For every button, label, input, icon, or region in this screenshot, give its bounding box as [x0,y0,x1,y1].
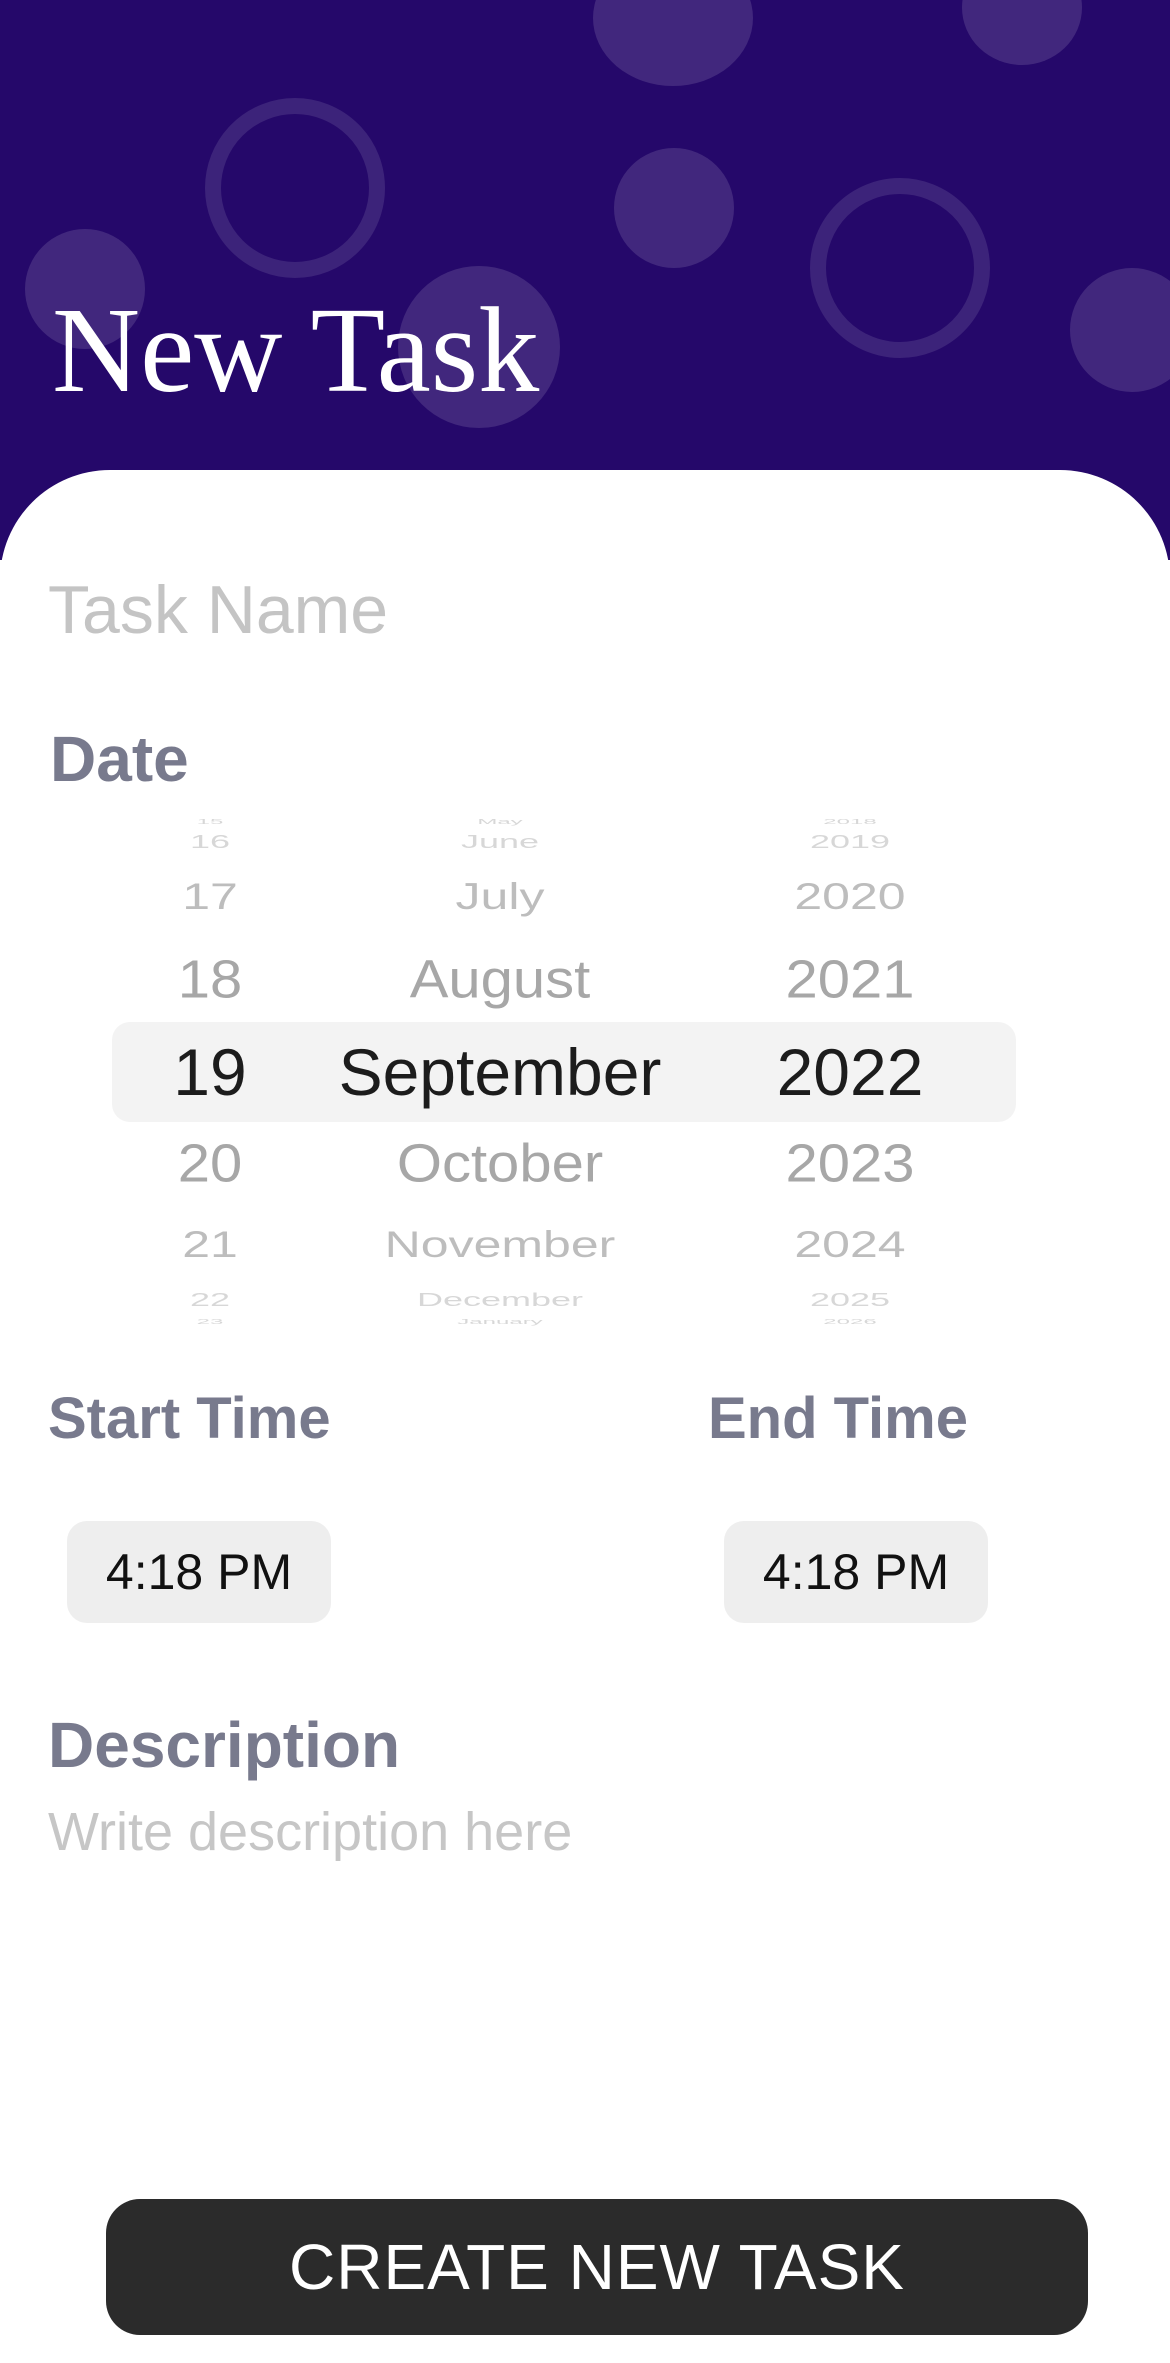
date-picker-year-option[interactable]: 2021 [650,953,1050,1006]
description-input[interactable] [48,1800,1118,2100]
date-picker-month-selected[interactable]: September [300,1039,700,1105]
decorative-bubble [593,0,753,86]
date-picker[interactable]: 15 16 17 18 19 20 21 22 23 May June July August Septe… [0,808,1170,1338]
task-name-input[interactable] [48,565,1118,655]
start-time-picker[interactable]: 4:18 PM [67,1521,331,1623]
end-time-picker[interactable]: 4:18 PM [724,1521,988,1623]
date-picker-month-option[interactable]: October [300,1137,700,1190]
end-time-label: End Time [708,1386,968,1451]
date-picker-month-option[interactable]: January [300,1318,700,1325]
date-picker-year-option[interactable]: 2020 [650,877,1050,915]
date-picker-year-option[interactable]: 2018 [650,818,1050,825]
decorative-ring [205,98,385,278]
date-picker-year-option[interactable]: 2023 [650,1137,1050,1190]
date-label: Date [50,723,189,795]
date-picker-month-option[interactable]: July [300,877,700,915]
date-picker-month-option[interactable]: August [300,953,700,1006]
create-new-task-button[interactable]: CREATE NEW TASK [106,2199,1088,2335]
decorative-bubble [614,148,734,268]
date-picker-year-option[interactable]: 2024 [650,1225,1050,1263]
date-picker-year-option[interactable]: 2019 [650,833,1050,851]
decorative-bubble [1070,268,1170,392]
description-label: Description [48,1709,401,1781]
date-picker-year-selected[interactable]: 2022 [650,1039,1050,1105]
page-title: New Task [52,283,540,418]
date-picker-month-option[interactable]: May [300,818,700,825]
decorative-ring [810,178,990,358]
date-picker-month-option[interactable]: November [300,1225,700,1263]
date-picker-year-option[interactable]: 2026 [650,1318,1050,1325]
decorative-bubble [962,0,1082,65]
date-picker-year-option[interactable]: 2025 [650,1291,1050,1309]
start-time-label: Start Time [48,1386,331,1451]
date-picker-month-option[interactable]: June [300,833,700,851]
date-picker-month-option[interactable]: December [300,1291,700,1309]
